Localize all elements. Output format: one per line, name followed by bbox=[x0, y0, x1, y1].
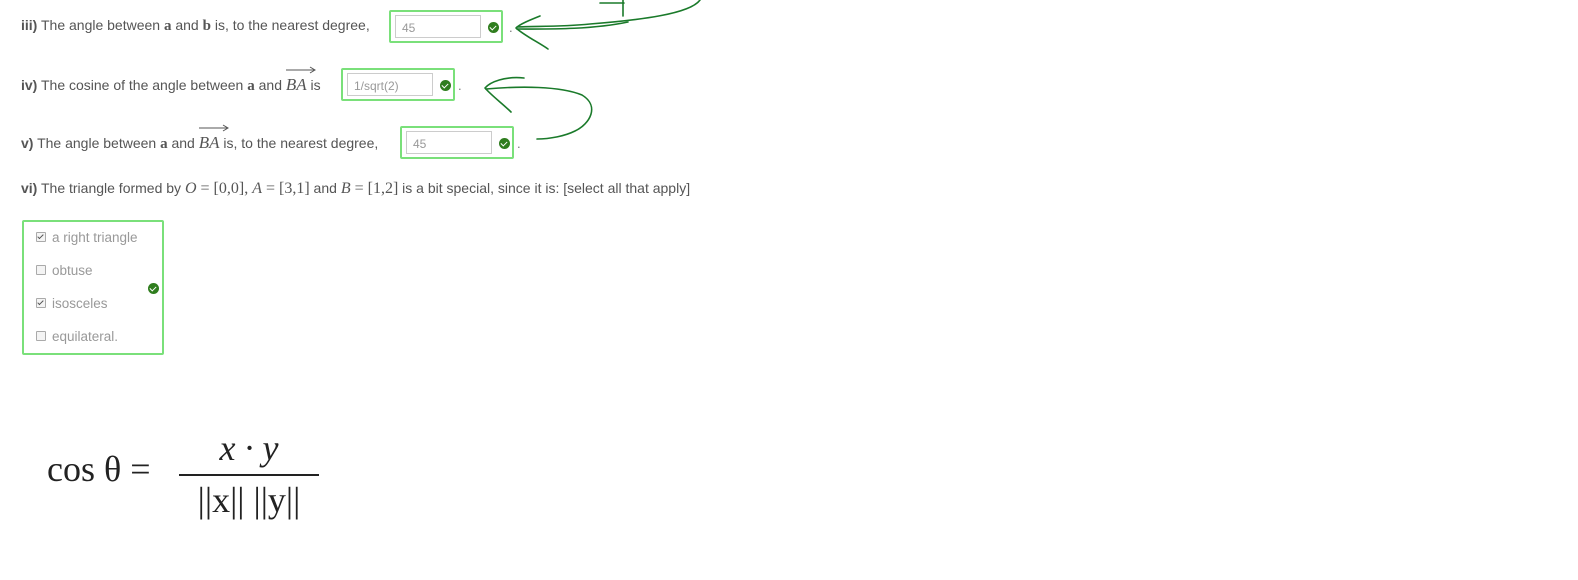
ink-annotation bbox=[484, 0, 701, 140]
